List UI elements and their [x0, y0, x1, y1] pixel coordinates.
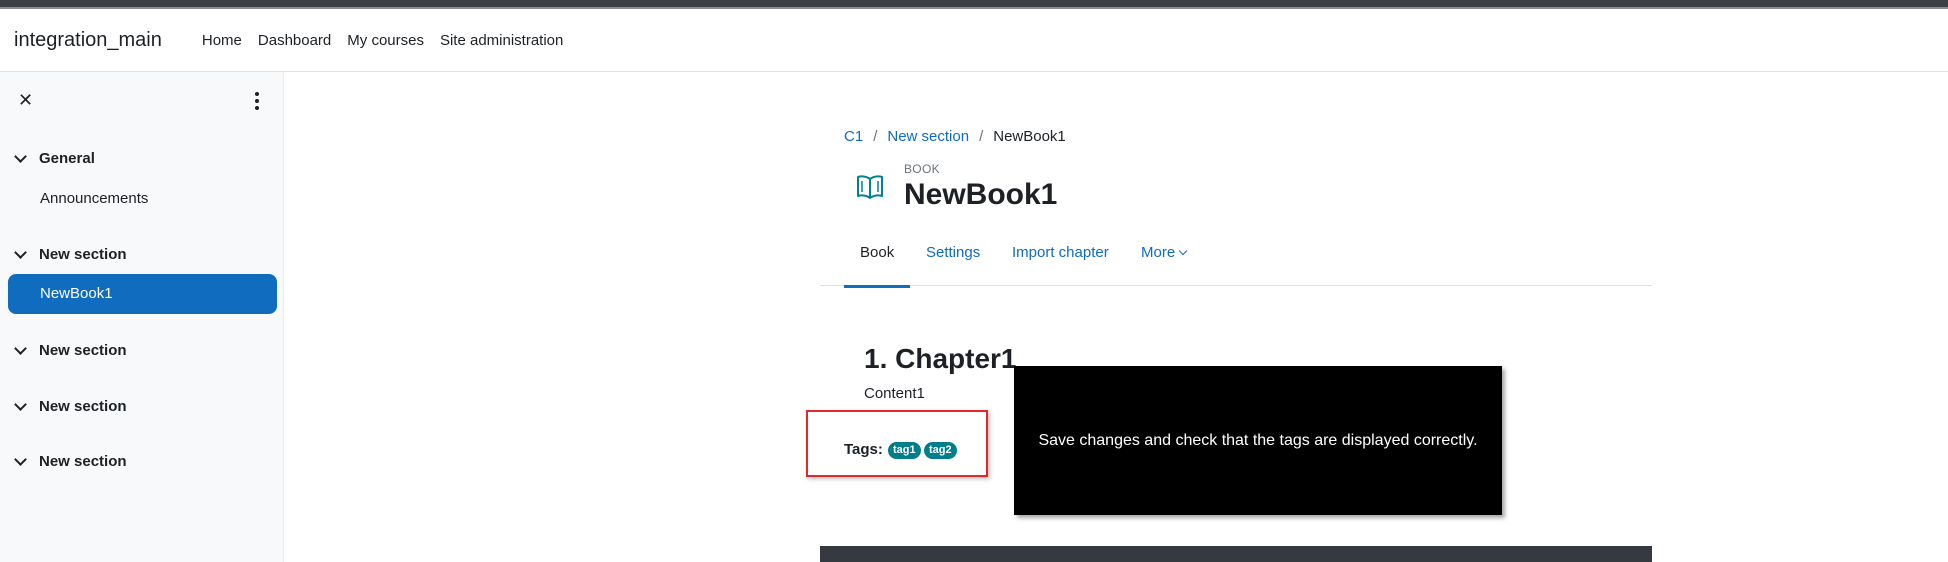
chevron-down-icon [1178, 246, 1188, 256]
section-new-section-3[interactable]: New section [14, 397, 127, 415]
book-icon [857, 175, 883, 199]
tags-label: Tags: [844, 441, 883, 458]
chapter-title: 1. Chapter1 [864, 343, 1017, 374]
kebab-menu-icon[interactable] [252, 92, 262, 112]
callout-text: Save changes and check that the tags are… [1038, 431, 1478, 449]
section-new-section-1[interactable]: New section [14, 245, 127, 263]
breadcrumb-c1[interactable]: C1 [844, 128, 863, 145]
sidebar-item-announcements[interactable]: Announcements [40, 190, 148, 207]
section-label: New section [39, 453, 127, 470]
breadcrumb: C1 / New section / NewBook1 [844, 128, 1066, 145]
chevron-down-icon [14, 245, 27, 259]
nav-my-courses-link[interactable]: My courses [339, 32, 432, 49]
secondary-navigation: Book Settings Import chapter More [820, 240, 1652, 288]
chevron-down-icon [14, 341, 27, 355]
tab-import-chapter[interactable]: Import chapter [1012, 240, 1109, 286]
tab-more[interactable]: More [1141, 240, 1188, 286]
tab-book[interactable]: Book [843, 240, 911, 288]
tags-highlight-box: Tags: tag1 tag2 [806, 410, 988, 477]
tag-badge[interactable]: tag2 [924, 442, 957, 459]
site-brand[interactable]: integration_main [14, 29, 162, 52]
instruction-callout: Save changes and check that the tags are… [1014, 366, 1502, 515]
close-icon[interactable]: ✕ [18, 90, 33, 111]
breadcrumb-separator: / [979, 128, 984, 145]
section-new-section-4[interactable]: New section [14, 452, 127, 470]
chevron-down-icon [14, 149, 27, 163]
section-label: New section [39, 246, 127, 263]
tag-badge[interactable]: tag1 [888, 442, 921, 459]
module-type-label: BOOK [904, 162, 940, 176]
section-general[interactable]: General [14, 149, 95, 167]
chapter-content: Content1 [864, 385, 925, 402]
section-label: New section [39, 342, 127, 359]
top-navbar: integration_main Home Dashboard My cours… [0, 9, 1948, 72]
course-index-drawer: ✕ General Announcements New section NewB… [0, 72, 284, 562]
breadcrumb-current: NewBook1 [993, 128, 1066, 145]
section-label: General [39, 150, 95, 167]
browser-top-strip [0, 0, 1948, 9]
primary-navigation: Home Dashboard My courses Site administr… [194, 32, 572, 49]
sidebar-item-newbook1[interactable]: NewBook1 [8, 274, 277, 314]
section-new-section-2[interactable]: New section [14, 341, 127, 359]
footer-bar [820, 546, 1652, 562]
page-title: NewBook1 [904, 178, 1058, 211]
nav-home-link[interactable]: Home [194, 32, 250, 49]
nav-site-administration-link[interactable]: Site administration [432, 32, 571, 49]
section-label: New section [39, 398, 127, 415]
tab-settings[interactable]: Settings [926, 240, 980, 286]
chevron-down-icon [14, 452, 27, 466]
breadcrumb-separator: / [873, 128, 878, 145]
breadcrumb-new-section[interactable]: New section [887, 128, 969, 145]
nav-dashboard-link[interactable]: Dashboard [250, 32, 339, 49]
chevron-down-icon [14, 397, 27, 411]
tab-more-label: More [1141, 244, 1176, 261]
